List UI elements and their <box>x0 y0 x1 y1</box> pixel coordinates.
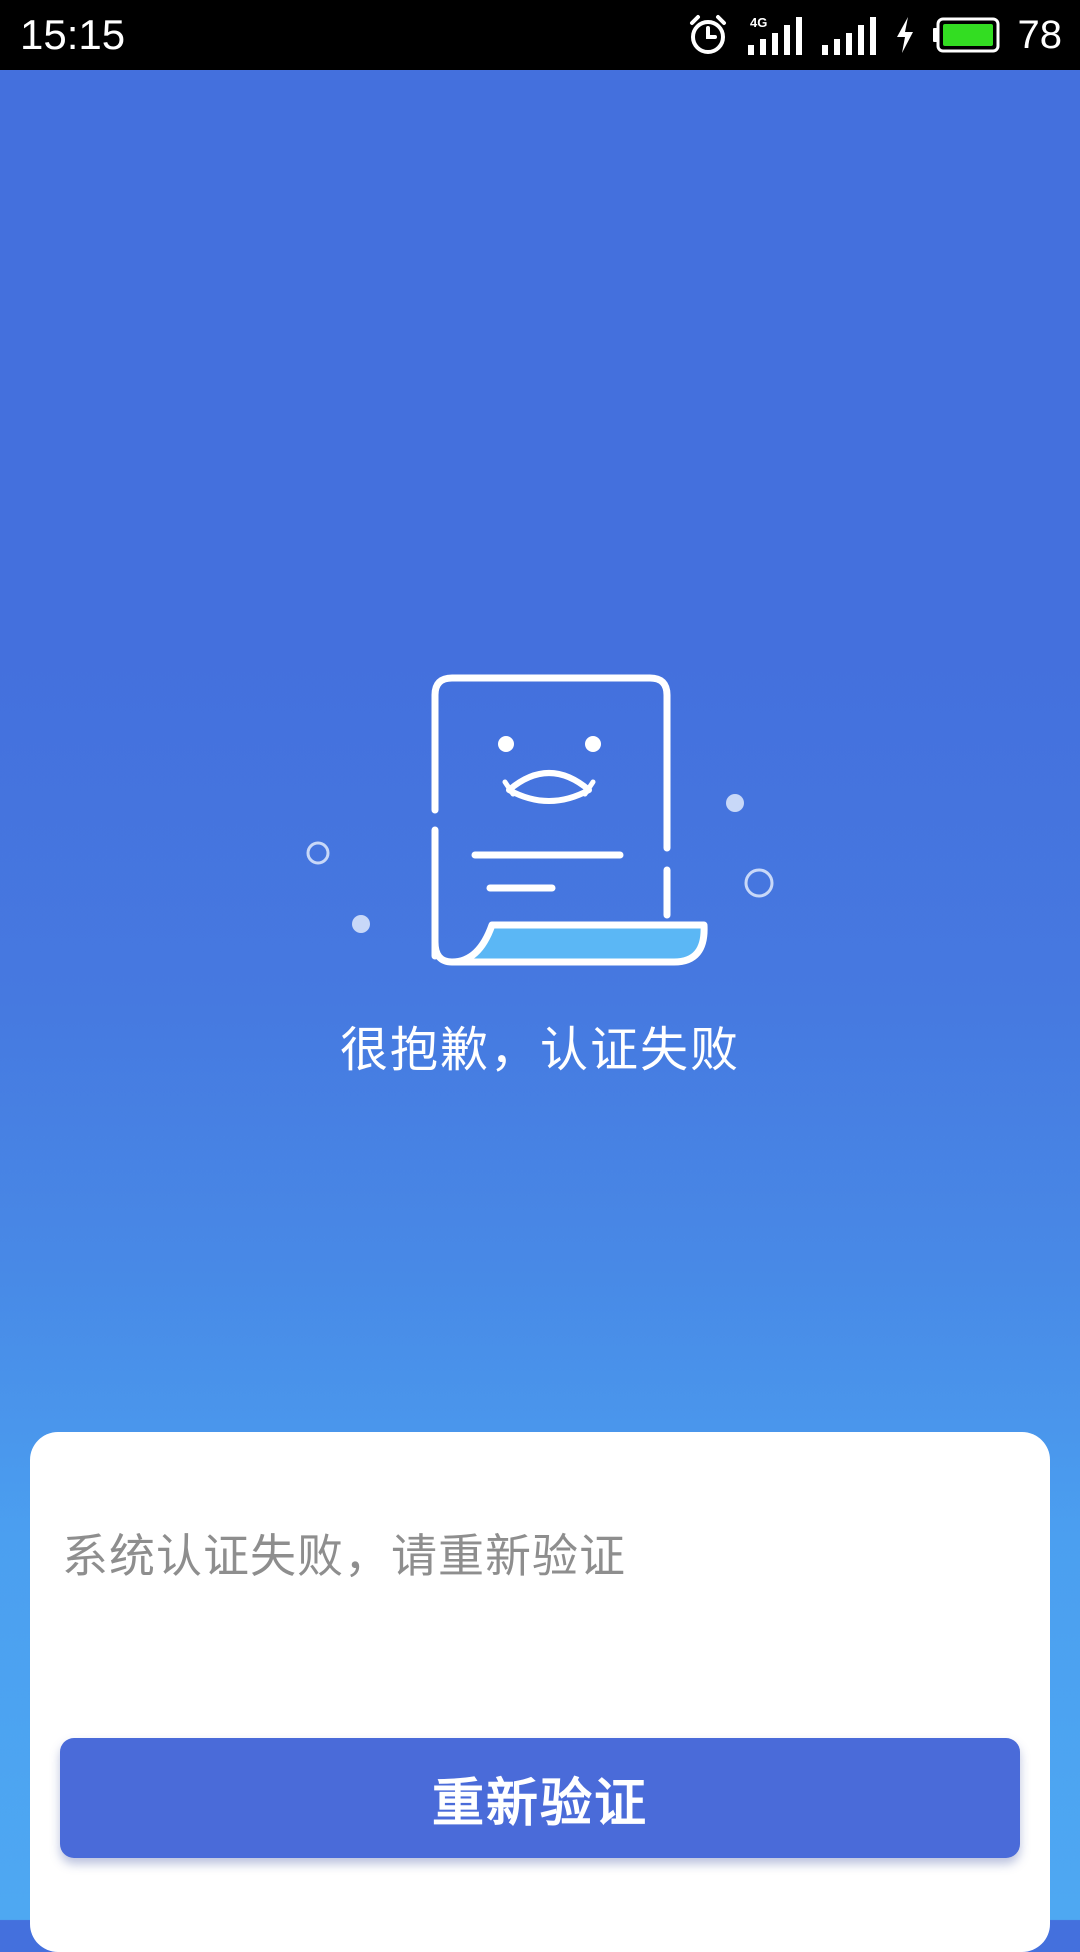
charging-icon <box>896 17 913 53</box>
decorative-ring <box>306 841 330 865</box>
decorative-dot <box>352 915 370 933</box>
status-bar: 15:15 4G 78 <box>0 0 1080 70</box>
status-icons: 4G 78 <box>686 8 1063 62</box>
signal-icon <box>821 17 876 55</box>
decorative-ring <box>744 868 774 898</box>
alarm-icon <box>689 15 726 54</box>
battery-level: 78 <box>1017 13 1063 57</box>
auth-failed-message: 系统认证失败，请重新验证 <box>62 1529 626 1583</box>
status-time: 15:15 <box>20 11 126 58</box>
result-card: 系统认证失败，请重新验证 重新验证 <box>30 1432 1050 1952</box>
decorative-dot <box>726 794 744 812</box>
failed-document-icon <box>306 674 774 966</box>
retry-verification-button[interactable]: 重新验证 <box>60 1738 1020 1858</box>
svg-text:4G: 4G <box>750 15 767 30</box>
auth-failed-title: 很抱歉，认证失败 <box>339 1022 740 1078</box>
signal-4g-icon: 4G <box>747 15 802 55</box>
battery-icon <box>932 17 999 53</box>
